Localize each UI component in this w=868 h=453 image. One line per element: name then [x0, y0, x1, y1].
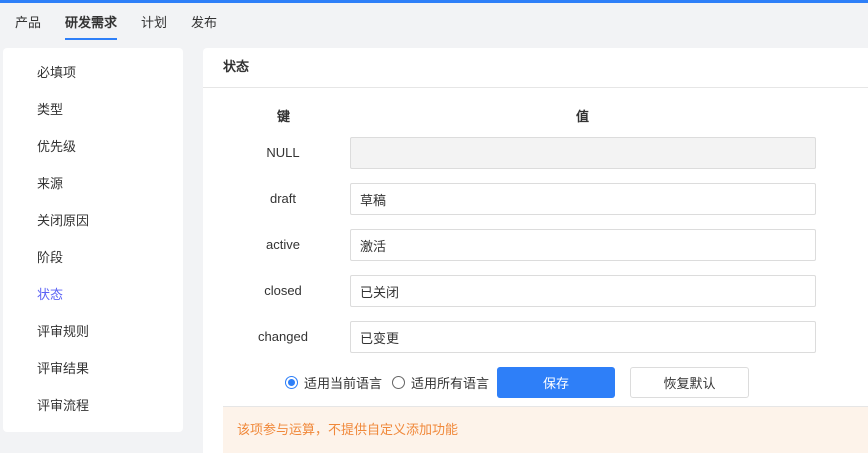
- table-row: closed: [203, 275, 868, 307]
- table-row: changed: [203, 321, 868, 353]
- tab-product[interactable]: 产品: [15, 12, 41, 40]
- row-key: changed: [258, 329, 308, 344]
- row-key: draft: [269, 191, 296, 206]
- main-panel: 状态 键 值 NULL draft active closed changed …: [203, 48, 868, 453]
- top-accent-bar: [0, 0, 868, 3]
- sidebar-item-required[interactable]: 必填项: [3, 54, 183, 91]
- sidebar-item-stage[interactable]: 阶段: [3, 239, 183, 276]
- value-input[interactable]: [350, 229, 816, 261]
- row-key: closed: [264, 283, 302, 298]
- notice-text: 该项参与运算，不提供自定义添加功能: [223, 406, 868, 453]
- sidebar: 必填项 类型 优先级 来源 关闭原因 阶段 状态 评审规则 评审结果 评审流程: [3, 48, 183, 432]
- value-input[interactable]: [350, 275, 816, 307]
- tab-release[interactable]: 发布: [191, 12, 217, 40]
- value-input[interactable]: [350, 183, 816, 215]
- sidebar-item-review-rules[interactable]: 评审规则: [3, 313, 183, 350]
- top-nav: 产品 研发需求 计划 发布: [15, 12, 217, 40]
- table-row: NULL: [203, 137, 868, 169]
- page-title: 状态: [203, 48, 868, 88]
- value-input: [350, 137, 816, 169]
- radio-all-languages[interactable]: [392, 376, 406, 389]
- radio-current-language[interactable]: [285, 376, 298, 389]
- radio-all-languages-label[interactable]: 适用所有语言: [411, 373, 489, 392]
- radio-current-language-label[interactable]: 适用当前语言: [304, 373, 382, 392]
- sidebar-item-type[interactable]: 类型: [3, 91, 183, 128]
- tab-requirements[interactable]: 研发需求: [65, 12, 118, 40]
- sidebar-item-review-result[interactable]: 评审结果: [3, 350, 183, 387]
- restore-default-button[interactable]: 恢复默认: [630, 367, 749, 398]
- table-row: draft: [203, 183, 868, 215]
- key-column-header: 键: [277, 109, 291, 124]
- sidebar-item-status[interactable]: 状态: [3, 276, 183, 313]
- row-key: active: [266, 237, 300, 252]
- language-scope-radios: 适用当前语言 适用所有语言: [285, 373, 489, 392]
- row-key: NULL: [266, 145, 300, 160]
- tab-plan[interactable]: 计划: [141, 12, 167, 40]
- sidebar-item-close-reason[interactable]: 关闭原因: [3, 202, 183, 239]
- table-row: active: [203, 229, 868, 261]
- value-column-header: 值: [576, 109, 590, 124]
- sidebar-item-priority[interactable]: 优先级: [3, 128, 183, 165]
- save-button[interactable]: 保存: [497, 367, 615, 398]
- value-input[interactable]: [350, 321, 816, 353]
- sidebar-item-review-flow[interactable]: 评审流程: [3, 387, 183, 424]
- sidebar-item-source[interactable]: 来源: [3, 165, 183, 202]
